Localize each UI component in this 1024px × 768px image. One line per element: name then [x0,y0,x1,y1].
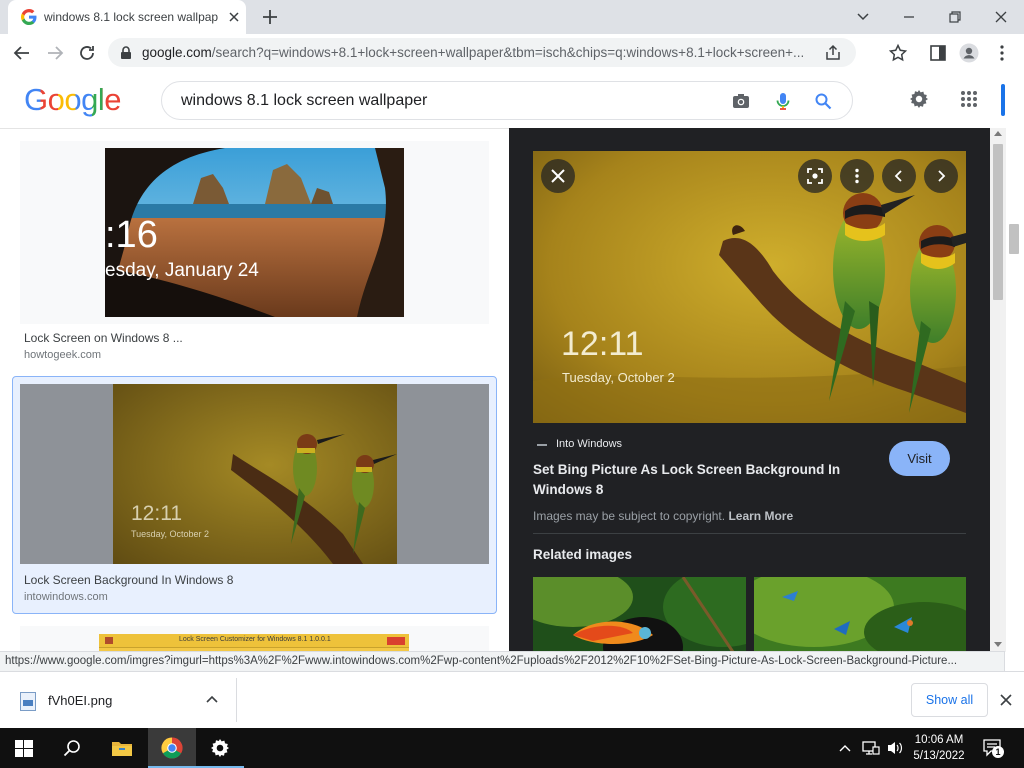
copyright-notice: Images may be subject to copyright. Lear… [533,509,793,523]
status-url-text: https://www.google.com/imgres?imgurl=htt… [5,655,958,667]
chevron-right-icon [938,170,946,182]
download-options-chevron-icon[interactable] [203,691,221,709]
page-scrollbar[interactable] [1006,72,1024,652]
google-favicon-icon [21,9,37,25]
share-icon[interactable] [824,44,842,62]
side-panel-icon[interactable] [928,43,948,63]
back-arrow-icon[interactable] [12,43,32,63]
result-source[interactable]: howtogeek.com [24,349,101,361]
chevron-left-icon [894,170,902,182]
chrome-icon [161,737,183,759]
camera-icon[interactable] [731,91,751,111]
settings-app-icon[interactable] [196,737,244,768]
microphone-icon[interactable] [773,91,793,111]
thumbnail-caption: Lock Screen Customizer for Windows 8.1 1… [179,636,331,643]
tab-search-chevron-icon[interactable] [852,6,874,28]
taskbar-search-icon[interactable] [63,739,81,757]
network-icon[interactable] [862,740,880,756]
tab-title: windows 8.1 lock screen wallpap [44,10,219,24]
visit-button[interactable]: Visit [889,441,950,476]
more-options-button[interactable] [840,159,874,193]
bookmark-star-icon[interactable] [888,43,908,63]
result-title[interactable]: Lock Screen on Windows 8 ... [24,331,183,345]
restore-icon[interactable] [944,6,966,28]
search-icon[interactable] [813,91,833,111]
google-apps-icon[interactable] [959,89,979,109]
next-image-button[interactable] [924,159,958,193]
close-window-icon[interactable] [990,6,1012,28]
google-logo[interactable]: Google [24,82,121,118]
settings-gear-icon[interactable] [908,88,930,110]
clock-date: 5/13/2022 [913,750,965,762]
browser-tab[interactable]: windows 8.1 lock screen wallpap [8,0,246,34]
preview-title[interactable]: Set Bing Picture As Lock Screen Backgrou… [533,460,863,500]
divider [236,678,237,722]
result-source[interactable]: intowindows.com [24,591,108,603]
previous-image-button[interactable] [882,159,916,193]
thumbnail-time: :16 [105,214,158,256]
page-scrollbar-thumb[interactable] [1009,224,1019,254]
status-bubble: https://www.google.com/imgres?imgurl=htt… [0,651,1005,672]
url-path: /search?q=windows+8.1+lock+screen+wallpa… [211,45,805,60]
notification-center-icon[interactable]: 1 [983,739,1004,758]
download-shelf: fVh0EI.png Show all [0,671,1024,729]
google-logo-text: Google [24,82,121,117]
search-input[interactable]: windows 8.1 lock screen wallpaper [181,92,427,110]
url-text: google.com/search?q=windows+8.1+lock+scr… [142,45,812,60]
reload-icon[interactable] [77,43,97,63]
notification-count-badge: 1 [992,746,1004,758]
volume-icon[interactable] [886,740,904,756]
close-icon [551,169,565,183]
thumbnail-date: esday, January 24 [105,260,259,281]
show-all-button[interactable]: Show all [911,683,988,717]
related-image-thumbnail[interactable] [533,577,746,652]
close-preview-button[interactable] [541,159,575,193]
address-bar[interactable]: google.com/search?q=windows+8.1+lock+scr… [108,38,856,67]
account-bar[interactable] [1001,84,1005,116]
scrollbar-thumb[interactable] [993,144,1003,300]
chrome-taskbar-button[interactable] [148,728,196,768]
profile-avatar-icon[interactable] [959,43,979,63]
learn-more-link[interactable]: Learn More [728,509,793,523]
result-thumbnail[interactable]: 12:11 Tuesday, October 2 [113,384,397,564]
lens-search-button[interactable] [798,159,832,193]
image-preview-panel: 12:11 Tuesday, October 2 Into Windows Se… [509,128,990,652]
download-filename[interactable]: fVh0EI.png [48,693,112,708]
file-explorer-icon[interactable] [111,738,133,758]
related-images-heading: Related images [533,547,633,562]
show-hidden-icons-chevron-icon[interactable] [838,741,852,755]
file-icon [20,692,36,711]
browser-menu-icon[interactable] [992,43,1012,63]
minimize-icon[interactable] [898,6,920,28]
results-scrollbar[interactable] [990,128,1006,652]
forward-arrow-icon[interactable] [45,43,65,63]
more-vert-icon [855,168,859,184]
source-site[interactable]: Into Windows [556,438,622,450]
close-tab-icon[interactable] [226,9,242,25]
lens-icon [807,168,823,184]
thumbnail-date: Tuesday, October 2 [131,529,210,539]
search-box[interactable]: windows 8.1 lock screen wallpaper [161,81,853,120]
result-thumbnail[interactable]: Lock Screen Customizer for Windows 8.1 1… [99,634,409,652]
clock-time: 10:06 AM [914,734,964,746]
close-shelf-icon[interactable] [997,691,1015,709]
new-tab-icon[interactable] [260,7,280,27]
url-host: google.com [142,45,212,60]
windows-taskbar: 10:06 AM 5/13/2022 1 [0,728,1024,768]
preview-time: 12:11 [561,325,644,363]
divider [533,533,966,534]
result-thumbnail[interactable]: :16 esday, January 24 [105,148,404,317]
preview-date: Tuesday, October 2 [562,370,675,385]
site-favicon-icon [537,444,547,446]
windows-start-icon[interactable] [15,740,33,757]
related-image-thumbnail[interactable] [754,577,966,652]
thumbnail-time: 12:11 [131,502,182,525]
lock-icon[interactable] [120,46,132,59]
copyright-text: Images may be subject to copyright. [533,509,726,523]
taskbar-clock[interactable]: 10:06 AM 5/13/2022 [911,732,967,764]
result-title[interactable]: Lock Screen Background In Windows 8 [24,573,233,587]
